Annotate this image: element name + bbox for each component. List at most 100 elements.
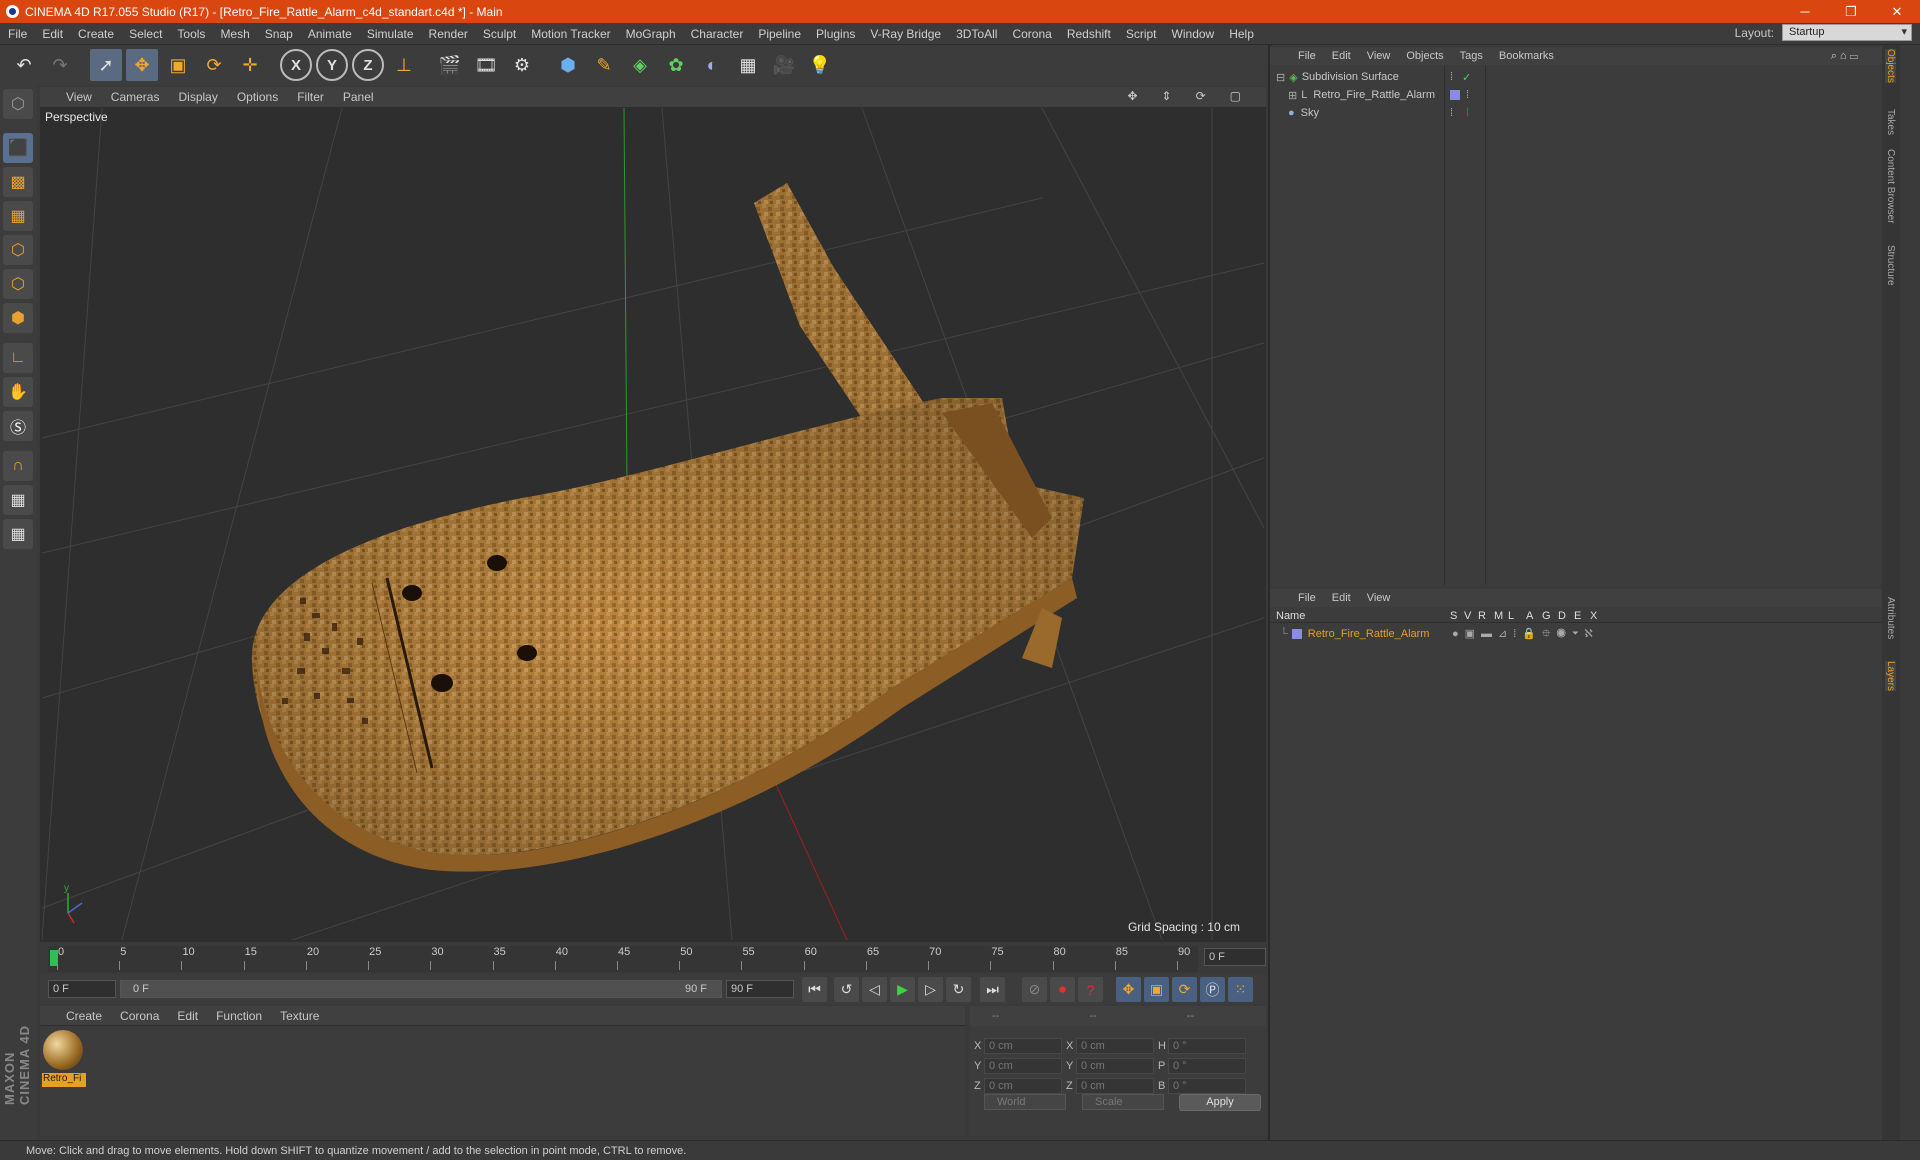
menu-3dtoall[interactable]: 3DToAll bbox=[956, 27, 997, 41]
key-rotation-icon[interactable]: ⟳ bbox=[1172, 977, 1197, 1002]
position-z-field[interactable]: 0 cm bbox=[984, 1078, 1062, 1094]
material-menu-create[interactable]: Create bbox=[66, 1009, 102, 1023]
rotate-icon[interactable]: ⟳ bbox=[198, 49, 230, 81]
cloner-icon[interactable]: ✿ bbox=[660, 49, 692, 81]
viewport-menu-view[interactable]: View bbox=[66, 90, 92, 104]
render-picture-viewer-icon[interactable]: 🎞 bbox=[470, 49, 502, 81]
object-row-subdivision[interactable]: ⊟ ◈ Subdivision Surface ⁞ ✓ bbox=[1270, 68, 1900, 86]
rotation-p-field[interactable]: 0 ° bbox=[1168, 1058, 1246, 1074]
minimize-button[interactable]: ─ bbox=[1782, 0, 1828, 23]
undo-icon[interactable]: ↶ bbox=[8, 49, 40, 81]
axis-icon[interactable]: ∟ bbox=[3, 343, 33, 373]
next-key-icon[interactable]: ↻ bbox=[946, 977, 971, 1002]
apply-button[interactable]: Apply bbox=[1179, 1094, 1261, 1111]
viewport-menu-filter[interactable]: Filter bbox=[297, 90, 324, 104]
menu-mograph[interactable]: MoGraph bbox=[626, 27, 676, 41]
material-menu-function[interactable]: Function bbox=[216, 1009, 262, 1023]
viewport-menu-panel[interactable]: Panel bbox=[343, 90, 374, 104]
layer-color-swatch[interactable] bbox=[1291, 629, 1302, 639]
camera-icon[interactable]: 🎥 bbox=[768, 49, 800, 81]
expand-icon[interactable]: ⊞ bbox=[1288, 89, 1297, 102]
menu-tools[interactable]: Tools bbox=[177, 27, 205, 41]
viewport-canvas[interactable]: Perspective y Grid Spacing: 10 cm bbox=[42, 108, 1264, 940]
search-icon[interactable]: ⌕ ⌂ ▭ bbox=[1831, 50, 1858, 63]
menu-file[interactable]: File bbox=[8, 27, 27, 41]
visibility-dots-icon[interactable]: ⁞ bbox=[1450, 71, 1453, 83]
render-view-icon[interactable]: 🎬 bbox=[434, 49, 466, 81]
end-frame-field[interactable]: 90 F bbox=[726, 980, 794, 998]
menu-plugins[interactable]: Plugins bbox=[816, 27, 855, 41]
close-button[interactable]: ✕ bbox=[1874, 0, 1920, 23]
enabled-check-icon[interactable]: ✓ bbox=[1462, 71, 1471, 84]
model-mode-icon[interactable]: ⬛ bbox=[3, 133, 33, 163]
material-preview-ball[interactable] bbox=[43, 1030, 83, 1070]
menu-pipeline[interactable]: Pipeline bbox=[758, 27, 801, 41]
objects-menu-file[interactable]: File bbox=[1298, 50, 1316, 62]
objects-menu-tags[interactable]: Tags bbox=[1460, 50, 1483, 62]
move-icon[interactable]: ✥ bbox=[126, 49, 158, 81]
tab-layers[interactable]: Layers bbox=[1885, 661, 1896, 692]
timeline-track[interactable]: 0 5 10 15 20 25 30 35 40 45 50 55 60 65 70 75 80 85 90 bbox=[48, 946, 1198, 972]
menu-edit[interactable]: Edit bbox=[42, 27, 63, 41]
key-pla-icon[interactable]: ⁙ bbox=[1228, 977, 1253, 1002]
deformer-icon[interactable]: ◐ bbox=[696, 49, 728, 81]
z-axis-icon[interactable]: Z bbox=[352, 49, 384, 81]
layers-menu-file[interactable]: File bbox=[1298, 592, 1316, 604]
current-frame-field[interactable]: 0 F bbox=[1204, 948, 1266, 966]
rotation-h-field[interactable]: 0 ° bbox=[1168, 1038, 1246, 1054]
collapse-icon[interactable]: ⊟ bbox=[1276, 71, 1285, 84]
timeline-ruler[interactable]: 0 5 10 15 20 25 30 35 40 45 50 55 60 65 70 75 80 85 90 0 F bbox=[40, 944, 1266, 974]
cube-icon[interactable]: ⬢ bbox=[552, 49, 584, 81]
size-z-field[interactable]: 0 cm bbox=[1076, 1078, 1154, 1094]
material-name-label[interactable]: Retro_Fi bbox=[42, 1073, 86, 1087]
objects-menu-view[interactable]: View bbox=[1367, 50, 1391, 62]
layer-row[interactable]: └ Retro_Fire_Rattle_Alarm ●▣▬⊿⁞🔒⯐◉⏷ℵ bbox=[1270, 625, 1900, 643]
material-menu-texture[interactable]: Texture bbox=[280, 1009, 319, 1023]
go-to-start-icon[interactable]: ⏮ bbox=[802, 977, 827, 1002]
object-row-rattle[interactable]: ⊞ L Retro_Fire_Rattle_Alarm ⁞ bbox=[1270, 86, 1900, 104]
next-frame-icon[interactable]: ▷ bbox=[918, 977, 943, 1002]
menu-vray-bridge[interactable]: V-Ray Bridge bbox=[870, 27, 941, 41]
menu-corona[interactable]: Corona bbox=[1012, 27, 1051, 41]
pan-view-icon[interactable]: ✥ bbox=[1127, 89, 1137, 103]
key-position-icon[interactable]: ✥ bbox=[1116, 977, 1141, 1002]
tab-structure[interactable]: Structure bbox=[1885, 245, 1896, 286]
previous-frame-icon[interactable]: ◁ bbox=[862, 977, 887, 1002]
tab-content-browser[interactable]: Content Browser bbox=[1885, 149, 1896, 223]
maximize-view-icon[interactable]: ▢ bbox=[1230, 89, 1241, 103]
menu-sculpt[interactable]: Sculpt bbox=[483, 27, 516, 41]
layer-toggle-icons[interactable]: ●▣▬⊿⁞🔒⯐◉⏷ℵ bbox=[1452, 625, 1599, 644]
record-icon[interactable]: ⏺ bbox=[1050, 977, 1075, 1002]
tab-objects[interactable]: Objects bbox=[1885, 49, 1896, 83]
menu-render[interactable]: Render bbox=[429, 27, 468, 41]
pen-spline-icon[interactable]: ✎ bbox=[588, 49, 620, 81]
render-off-dot-icon[interactable]: ⁞ bbox=[1466, 107, 1469, 119]
tab-takes[interactable]: Takes bbox=[1885, 109, 1896, 135]
menu-create[interactable]: Create bbox=[78, 27, 114, 41]
key-parameter-icon[interactable]: Ⓟ bbox=[1200, 977, 1225, 1002]
select-pointer-icon[interactable]: ➚ bbox=[90, 49, 122, 81]
visibility-dots-icon[interactable]: ⁞ bbox=[1450, 107, 1453, 119]
make-editable-icon[interactable]: ⬡ bbox=[3, 89, 33, 119]
scale-select[interactable]: Scale bbox=[1082, 1094, 1164, 1110]
y-axis-icon[interactable]: Y bbox=[316, 49, 348, 81]
redo-icon[interactable]: ↷ bbox=[44, 49, 76, 81]
menu-simulate[interactable]: Simulate bbox=[367, 27, 414, 41]
solo-icon[interactable]: Ⓢ bbox=[3, 411, 33, 441]
keyframe-icon[interactable]: ⊘ bbox=[1022, 977, 1047, 1002]
viewport-menu-options[interactable]: Options bbox=[237, 90, 278, 104]
workplane-icon[interactable]: ▦ bbox=[3, 201, 33, 231]
menu-motion-tracker[interactable]: Motion Tracker bbox=[531, 27, 610, 41]
polygons-mode-icon[interactable]: ⬢ bbox=[3, 303, 33, 333]
scale-icon[interactable]: ▣ bbox=[162, 49, 194, 81]
objects-menu-bookmarks[interactable]: Bookmarks bbox=[1499, 50, 1554, 62]
layers-menu-view[interactable]: View bbox=[1367, 592, 1391, 604]
material-menu-corona[interactable]: Corona bbox=[120, 1009, 159, 1023]
world-select[interactable]: World bbox=[984, 1094, 1066, 1110]
snap-magnet-icon[interactable]: ∩ bbox=[3, 451, 33, 481]
world-axis-icon[interactable]: ✛ bbox=[234, 49, 266, 81]
workplane-lock-icon[interactable]: ▦ bbox=[3, 485, 33, 515]
go-to-end-icon[interactable]: ⏭ bbox=[980, 977, 1005, 1002]
layer-color-tag[interactable] bbox=[1450, 90, 1460, 100]
coordinate-system-icon[interactable]: ⊥ bbox=[388, 49, 420, 81]
